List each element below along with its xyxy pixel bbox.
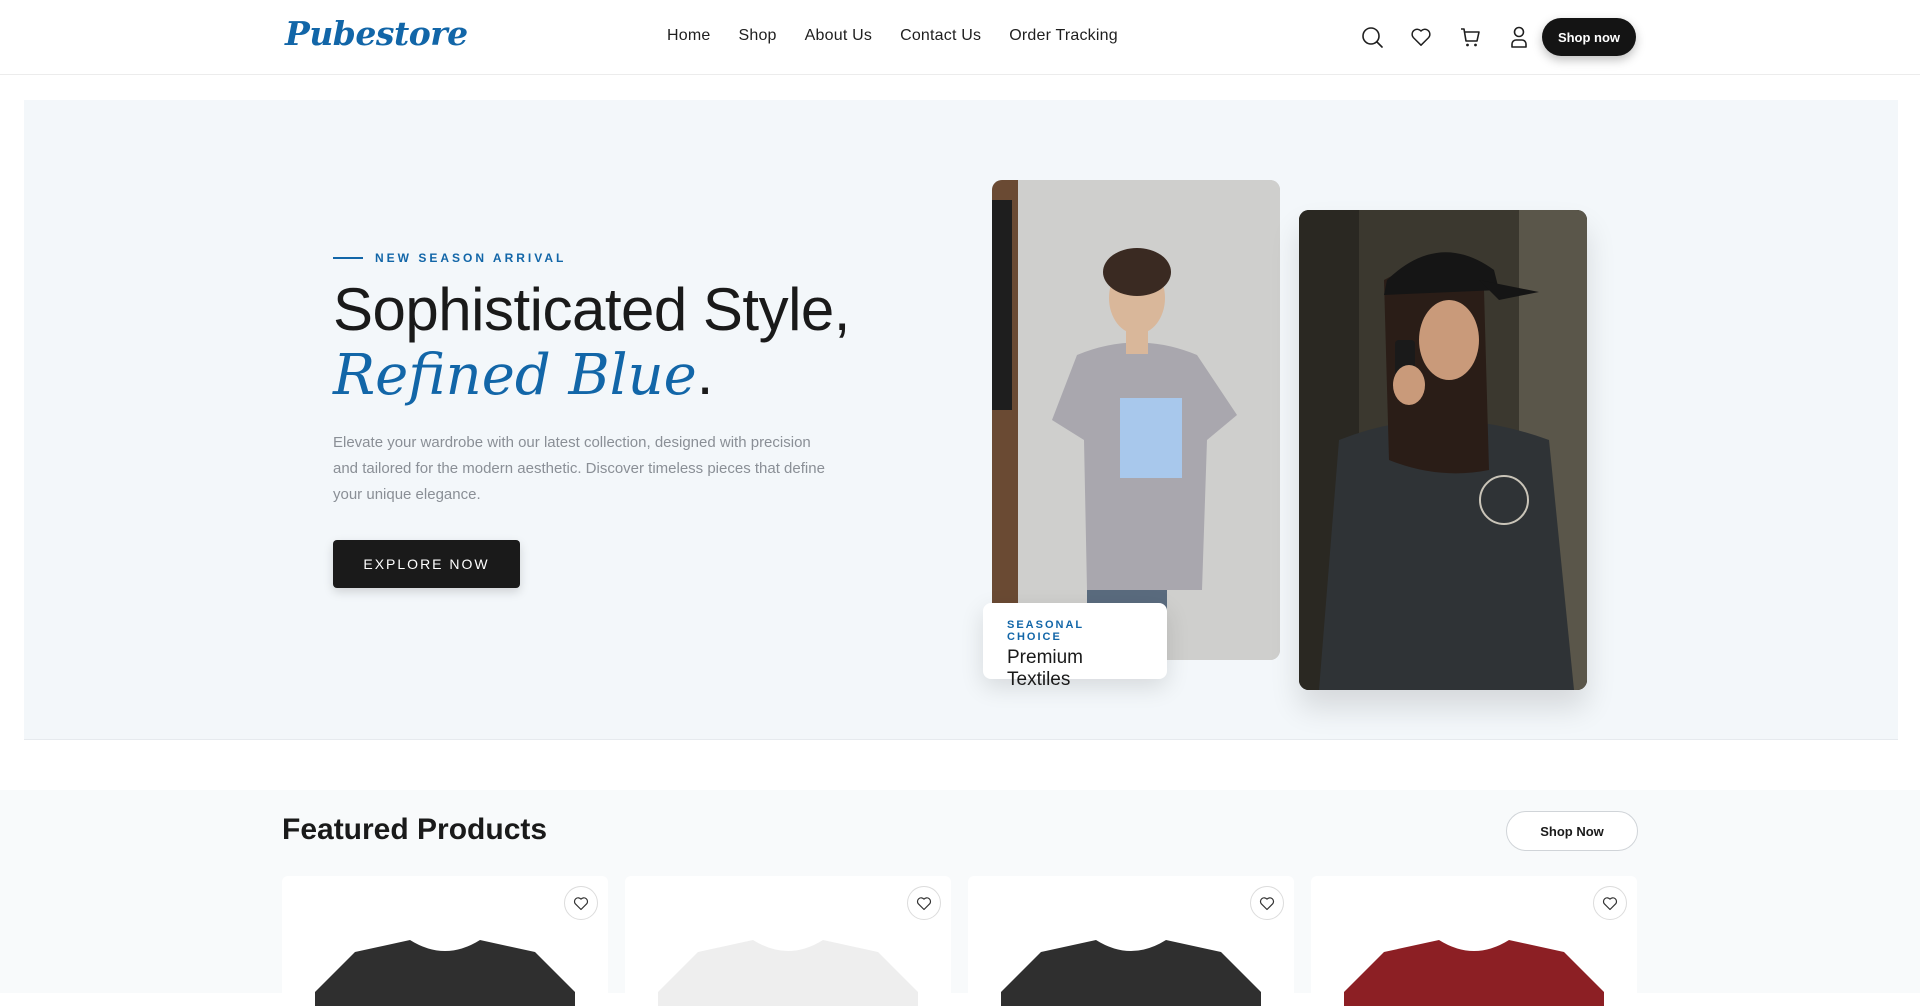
site-logo[interactable]: Pubestore [285,14,468,53]
nav-home[interactable]: Home [667,27,710,45]
product-image-tshirt [315,940,575,1006]
featured-title: Featured Products [282,813,548,846]
eyebrow-line [333,257,363,259]
explore-now-button[interactable]: EXPLORE NOW [333,540,520,588]
badge-kicker: SEASONAL CHOICE [1007,619,1084,643]
hero-image-woman [1299,210,1587,690]
nav-about-us[interactable]: About Us [805,27,872,45]
nav-order-tracking[interactable]: Order Tracking [1009,27,1118,45]
hero-eyebrow: NEW SEASON ARRIVAL [333,251,566,265]
main-nav: Home Shop About Us Contact Us Order Trac… [667,27,1118,45]
cart-icon[interactable] [1458,24,1482,50]
seasonal-choice-card: SEASONAL CHOICE Premium Textiles [983,603,1167,690]
header-icons [1360,24,1531,50]
product-card[interactable] [968,876,1294,1006]
shop-now-button[interactable]: Shop now [1542,18,1636,56]
badge-title: Premium Textiles [1007,647,1084,690]
product-card[interactable] [625,876,951,1006]
wishlist-heart-icon[interactable] [907,886,941,920]
site-header: Pubestore Home Shop About Us Contact Us … [0,0,1920,75]
hero-title-line2: Refined Blue. [333,342,713,408]
hero-title-line1: Sophisticated Style, [333,276,850,343]
search-icon[interactable] [1360,24,1384,50]
nav-contact-us[interactable]: Contact Us [900,27,981,45]
product-card[interactable] [1311,876,1637,1006]
user-icon[interactable] [1507,24,1531,50]
hero-image-man [992,180,1280,660]
hero-description: Elevate your wardrobe with our latest co… [333,434,825,503]
eyebrow-text: NEW SEASON ARRIVAL [375,251,567,265]
wishlist-heart-icon[interactable] [564,886,598,920]
heart-icon[interactable] [1409,24,1433,50]
hero-title-accent: Refined Blue [333,343,697,408]
nav-shop[interactable]: Shop [738,27,776,45]
product-image-tshirt [1001,940,1261,1006]
product-image-tshirt [658,940,918,1006]
product-card[interactable] [282,876,608,1006]
wishlist-heart-icon[interactable] [1250,886,1284,920]
featured-shop-now-button[interactable]: Shop Now [1506,811,1638,851]
hero-section: NEW SEASON ARRIVAL Sophisticated Style, … [24,100,1898,740]
wishlist-heart-icon[interactable] [1593,886,1627,920]
product-image-tshirt [1344,940,1604,1006]
hero-title-period: . [696,340,714,407]
